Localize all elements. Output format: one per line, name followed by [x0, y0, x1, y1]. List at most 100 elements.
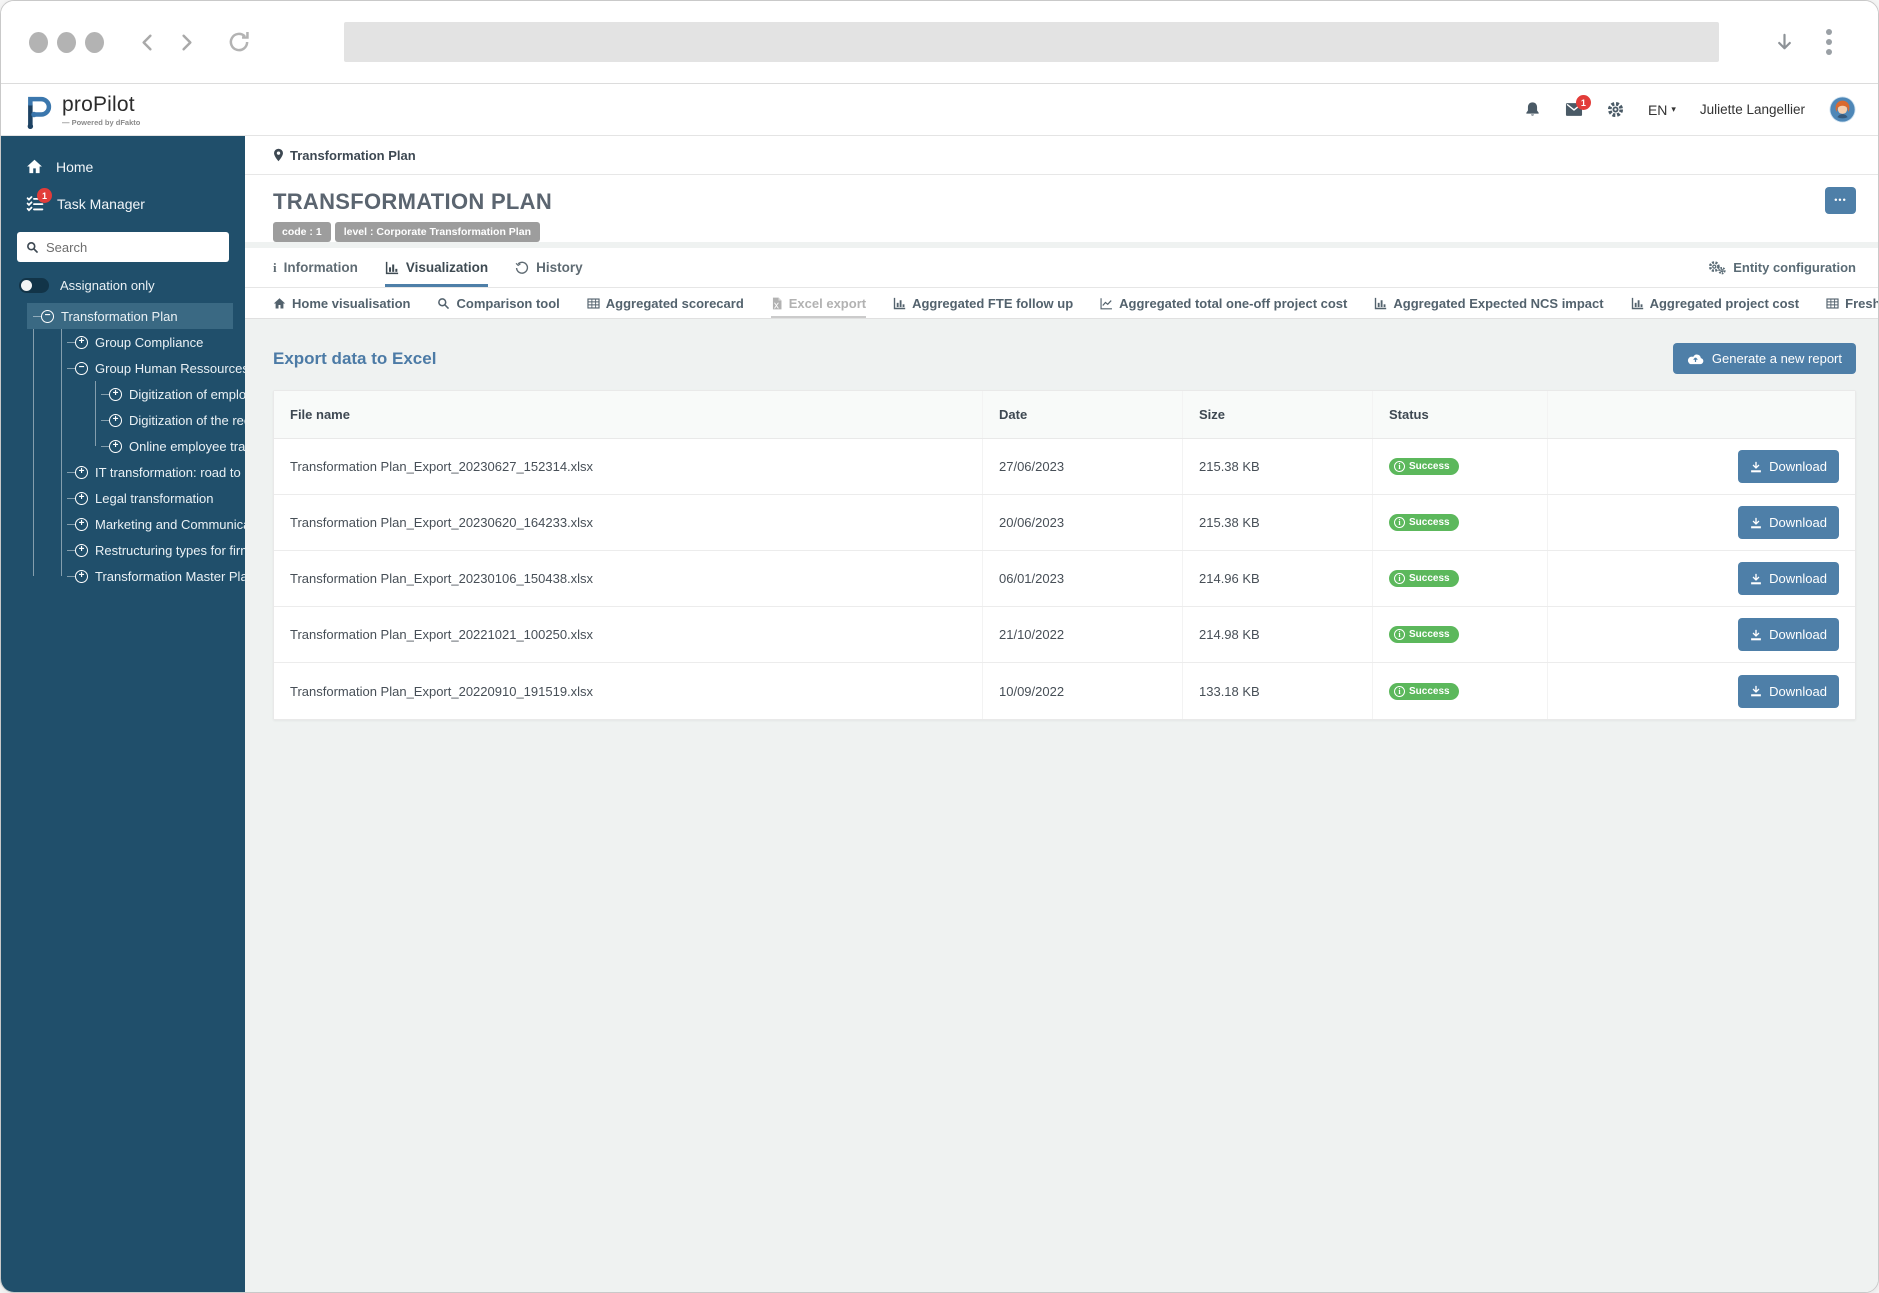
expand-node-icon[interactable]: +	[109, 413, 122, 427]
avatar[interactable]	[1829, 96, 1856, 123]
expand-node-icon[interactable]: +	[75, 465, 88, 479]
file-size: 133.18 KB	[1182, 663, 1372, 719]
download-button[interactable]: Download	[1738, 506, 1839, 539]
download-button[interactable]: Download	[1738, 450, 1839, 483]
table-row: Transformation Plan_Export_20220910_1915…	[274, 663, 1855, 719]
breadcrumb-bar: Transformation Plan	[245, 136, 1878, 175]
status-badge: i Success	[1389, 570, 1459, 587]
user-name[interactable]: Juliette Langellier	[1700, 102, 1805, 117]
subtab-home-visualisation[interactable]: Home visualisation	[273, 288, 410, 318]
tab-information[interactable]: i Information	[273, 248, 358, 287]
actions-cell: Download	[1547, 663, 1855, 719]
tree-item[interactable]: + Group Compliance	[67, 329, 245, 355]
browser-menu-icon[interactable]	[1826, 29, 1832, 55]
settings-gear-icon[interactable]	[1607, 101, 1624, 118]
collapse-node-icon[interactable]: −	[41, 309, 54, 323]
search-input[interactable]	[46, 239, 220, 255]
info-circle-icon: i	[1394, 461, 1405, 472]
generate-report-button[interactable]: Generate a new report	[1672, 343, 1856, 374]
tree-item-label: Digitization of employees ...	[129, 386, 245, 402]
tree-item[interactable]: − Transformation Plan	[27, 303, 233, 329]
tree-item[interactable]: + Online employee training ...	[101, 433, 245, 459]
forward-icon[interactable]	[175, 31, 198, 54]
actions-cell: Download	[1547, 607, 1855, 662]
subtab-aggregated-project-cost[interactable]: Aggregated project cost	[1631, 288, 1799, 318]
tab-bar: i Information Visualization History Enti…	[245, 248, 1878, 288]
sidebar-search[interactable]	[17, 232, 229, 262]
messages-badge: 1	[1575, 95, 1591, 110]
expand-node-icon[interactable]: +	[75, 517, 88, 531]
subtab-aggregated-ncs-impact[interactable]: Aggregated Expected NCS impact	[1374, 288, 1604, 318]
download-label: Download	[1769, 683, 1827, 699]
address-bar[interactable]	[344, 22, 1719, 62]
brand-name: proPilot	[62, 92, 135, 116]
tab-history[interactable]: History	[515, 248, 583, 287]
info-circle-icon: i	[1394, 517, 1405, 528]
subtab-aggregated-oneoff-cost[interactable]: Aggregated total one-off project cost	[1100, 288, 1347, 318]
subtab-aggregated-scorecard[interactable]: Aggregated scorecard	[587, 288, 744, 318]
subtab-label: Aggregated scorecard	[605, 295, 744, 311]
expand-node-icon[interactable]: +	[75, 543, 88, 557]
sidebar-item-task-manager[interactable]: 1 Task Manager	[1, 185, 245, 222]
bar-chart-icon	[893, 297, 906, 310]
column-header-actions	[1547, 391, 1855, 438]
more-actions-button[interactable]: •••	[1825, 187, 1856, 214]
language-selector[interactable]: EN ▾	[1648, 102, 1676, 118]
sidebar-item-home[interactable]: Home	[1, 148, 245, 185]
expand-node-icon[interactable]: +	[75, 335, 88, 349]
download-button[interactable]: Download	[1738, 674, 1839, 708]
window-controls[interactable]	[29, 31, 104, 53]
tree-item[interactable]: + Restructuring types for firms	[67, 537, 245, 563]
reload-icon[interactable]	[226, 29, 252, 55]
entity-configuration-button[interactable]: Entity configuration	[1708, 248, 1856, 287]
window-dot[interactable]	[57, 31, 76, 53]
tree-item[interactable]: + Marketing and Communicati...	[67, 511, 245, 537]
file-size: 215.38 KB	[1182, 439, 1372, 494]
tab-visualization[interactable]: Visualization	[384, 248, 489, 287]
subtab-excel-export[interactable]: Excel export	[770, 288, 867, 318]
toggle-switch[interactable]	[19, 278, 49, 293]
tree-item-label: Online employee training ...	[129, 438, 245, 454]
browser-window: proPilot — Powered by dFakto 1 EN ▾ Juli…	[0, 0, 1879, 1293]
subtab-bar: Home visualisation Comparison tool Aggre…	[245, 288, 1878, 319]
breadcrumb[interactable]: Transformation Plan	[290, 148, 416, 163]
tree-item[interactable]: + Digitization of employees ...	[101, 381, 245, 407]
entity-tree: − Transformation Plan + Group Compliance…	[27, 303, 245, 589]
window-dot[interactable]	[29, 31, 48, 53]
propilot-logo[interactable]: proPilot — Powered by dFakto	[23, 91, 140, 129]
collapse-node-icon[interactable]: −	[75, 361, 88, 375]
back-icon[interactable]	[136, 31, 159, 54]
tree-item-label: Transformation Plan	[61, 308, 178, 324]
file-size: 214.98 KB	[1182, 607, 1372, 662]
tree-item[interactable]: + IT transformation: road to 20...	[67, 459, 245, 485]
download-icon	[1750, 629, 1762, 641]
notifications-bell-icon[interactable]	[1524, 101, 1541, 118]
table-row: Transformation Plan_Export_20230106_1504…	[274, 551, 1855, 607]
messages-envelope-icon[interactable]: 1	[1565, 95, 1591, 117]
download-icon	[1750, 517, 1762, 529]
expand-node-icon[interactable]: +	[75, 569, 88, 583]
download-button[interactable]: Download	[1738, 618, 1839, 651]
assignation-toggle-row[interactable]: Assignation only	[1, 274, 245, 303]
download-button[interactable]: Download	[1738, 562, 1839, 595]
file-date: 10/09/2022	[982, 663, 1182, 719]
download-arrow-icon[interactable]	[1773, 31, 1796, 54]
expand-node-icon[interactable]: +	[109, 439, 122, 453]
tree-item[interactable]: + Legal transformation	[67, 485, 245, 511]
status-badge: i Success	[1389, 682, 1459, 700]
history-icon	[515, 261, 529, 275]
sidebar-task-label: Task Manager	[57, 195, 145, 212]
subtab-label: Aggregated total one-off project cost	[1119, 295, 1348, 311]
expand-node-icon[interactable]: +	[75, 491, 88, 505]
tree-item[interactable]: + Digitization of the recruit...	[101, 407, 245, 433]
tree-item[interactable]: + Transformation Master Plan -...	[67, 563, 245, 589]
table-row: Transformation Plan_Export_20230627_1523…	[274, 439, 1855, 495]
subtab-comparison-tool[interactable]: Comparison tool	[437, 288, 560, 318]
expand-node-icon[interactable]: +	[109, 387, 122, 401]
tree-item[interactable]: − Group Human Ressources	[67, 355, 245, 381]
download-label: Download	[1769, 459, 1827, 474]
subtab-aggregated-fte[interactable]: Aggregated FTE follow up	[893, 288, 1073, 318]
column-header-size: Size	[1182, 391, 1372, 438]
subtab-freshness-of-data[interactable]: Freshness of data - Project	[1826, 288, 1878, 318]
window-dot[interactable]	[85, 31, 104, 53]
